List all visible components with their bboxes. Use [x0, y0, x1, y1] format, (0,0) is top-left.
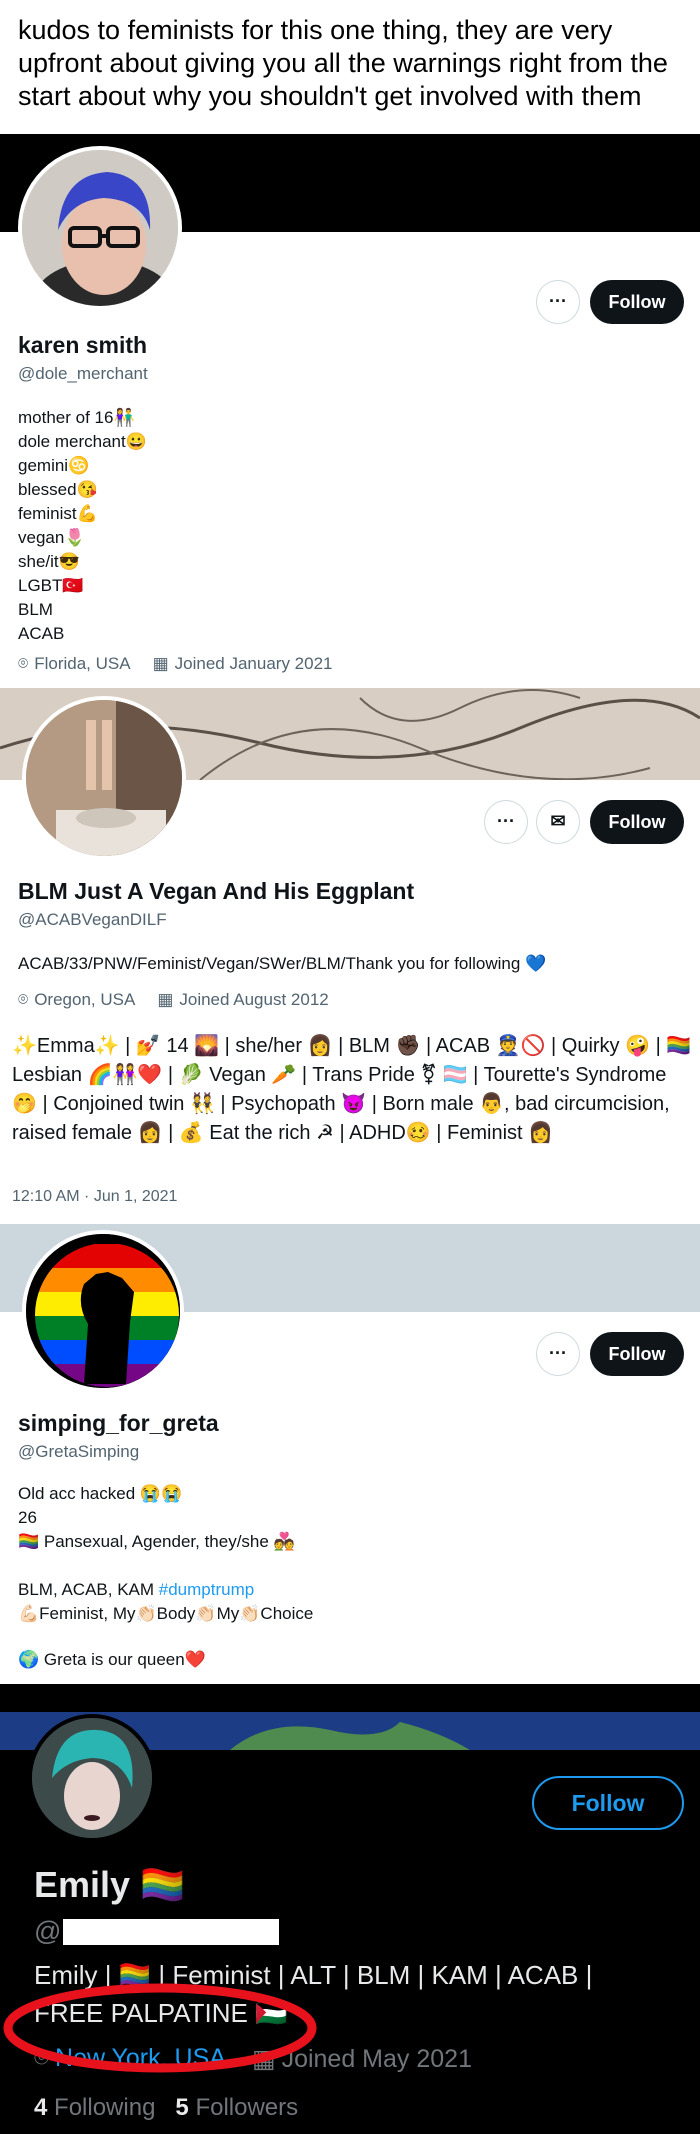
follow-button[interactable]: Follow — [590, 280, 684, 324]
profile-name: Emily 🏳️‍🌈 — [34, 1864, 185, 1905]
hashtag-link[interactable]: #dumptrump — [159, 1580, 254, 1599]
following-stat[interactable]: 4 Following — [34, 2094, 155, 2122]
profile-meta: ⌾ Florida, USA ▦ Joined January 2021 — [18, 654, 332, 674]
location: ⌾ New York, USA — [34, 2044, 226, 2074]
location-pin-icon: ⌾ — [18, 654, 29, 673]
redacted-handle — [63, 1918, 280, 1945]
join-date: ▦ Joined May 2021 — [252, 2044, 472, 2074]
profile-name: simping_for_greta — [18, 1410, 219, 1436]
bio-text: BLM, ACAB, KAM — [18, 1580, 159, 1599]
profile-handle: @ — [34, 1916, 280, 1947]
follow-button[interactable]: Follow — [590, 1332, 684, 1376]
join-date-text: Joined August 2012 — [179, 990, 329, 1009]
following-label: Following — [54, 2094, 156, 2121]
location-text: Oregon, USA — [34, 990, 136, 1009]
follow-button[interactable]: Follow — [532, 1776, 684, 1830]
location-text[interactable]: New York, USA — [55, 2044, 226, 2072]
message-button[interactable]: ✉ — [536, 800, 580, 844]
profile-bio: ACAB/33/PNW/Feminist/Vegan/SWer/BLM/Than… — [18, 954, 547, 973]
bio-line: BLM, ACAB, KAM #dumptrump — [18, 1578, 313, 1602]
profile-handle: @ACABVeganDILF — [18, 910, 167, 929]
join-date-text: Joined January 2021 — [174, 654, 333, 673]
calendar-icon: ▦ — [157, 990, 174, 1009]
followers-label: Followers — [195, 2094, 299, 2121]
join-date: ▦ Joined January 2021 — [153, 654, 333, 674]
join-date: ▦ Joined August 2012 — [157, 990, 328, 1010]
mail-icon: ✉ — [550, 811, 566, 831]
location-pin-icon: ⌾ — [18, 990, 29, 1009]
following-count: 4 — [34, 2094, 48, 2121]
bio-spacer — [18, 1554, 313, 1578]
profile-handle: @dole_merchant — [18, 364, 148, 383]
followers-stat[interactable]: 5 Followers — [175, 2094, 298, 2122]
location-pin-icon: ⌾ — [34, 2044, 50, 2072]
location: ⌾ Florida, USA — [18, 654, 131, 674]
profile-meta: ⌾ New York, USA ▦ Joined May 2021 — [34, 2044, 472, 2074]
profile-card-karen: ··· Follow karen smith @dole_merchant mo… — [0, 134, 700, 688]
follow-button[interactable]: Follow — [590, 800, 684, 844]
avatar[interactable] — [22, 696, 186, 860]
profile-card-eggplant: ··· ✉ Follow BLM Just A Vegan And His Eg… — [0, 688, 700, 1224]
profile-meta: ⌾ Oregon, USA ▦ Joined August 2012 — [18, 990, 329, 1010]
profile-bio: Old acc hacked 😭😭 26 🏳️‍🌈 Pansexual, Age… — [18, 1482, 313, 1672]
bio-line: 26 — [18, 1508, 37, 1527]
join-date-text: Joined May 2021 — [281, 2045, 472, 2073]
follow-stats: 4 Following 5 Followers — [34, 2094, 298, 2122]
bio-spacer — [18, 1626, 313, 1648]
profile-bio: mother of 16👫 dole merchant😀 gemini♋ ble… — [18, 408, 147, 643]
calendar-icon: ▦ — [251, 2045, 276, 2073]
profile-bio: Emily | 🏳️‍🌈 | Feminist | ALT | BLM | KA… — [34, 1960, 593, 2028]
followers-count: 5 — [175, 2094, 189, 2121]
more-options-button[interactable]: ··· — [536, 1332, 580, 1376]
avatar[interactable] — [22, 1230, 184, 1392]
handle-prefix: @ — [34, 1916, 62, 1946]
profile-name: karen smith — [18, 332, 148, 358]
profile-handle: @GretaSimping — [18, 1442, 140, 1461]
location-text: Florida, USA — [34, 654, 131, 673]
avatar[interactable] — [18, 146, 182, 310]
bio-line: 🏳️‍🌈 Pansexual, Agender, they/she 💑 — [18, 1532, 295, 1551]
more-options-button[interactable]: ··· — [536, 280, 580, 324]
bio-line: 💪🏻Feminist, My👏🏻Body👏🏻My👏🏻Choice — [18, 1604, 314, 1623]
profile-card-greta: ··· Follow simping_for_greta @GretaSimpi… — [0, 1224, 700, 1684]
location: ⌾ Oregon, USA — [18, 990, 135, 1010]
avatar[interactable] — [28, 1714, 156, 1842]
profile-card-emily: Follow Emily 🏳️‍🌈 @ Emily | 🏳️‍🌈 | Femin… — [0, 1684, 700, 2134]
tweet-text: ✨Emma✨ | 💅 14 🌄 | she/her 👩 | BLM ✊🏿 | A… — [12, 1035, 692, 1144]
tweet-timestamp[interactable]: 12:10 AM · Jun 1, 2021 — [12, 1188, 177, 1206]
more-options-button[interactable]: ··· — [484, 800, 528, 844]
bio-line: 🌍 Greta is our queen❤️ — [18, 1650, 206, 1669]
calendar-icon: ▦ — [152, 654, 169, 673]
post-caption: kudos to feminists for this one thing, t… — [18, 15, 668, 111]
profile-name: BLM Just A Vegan And His Eggplant — [18, 878, 415, 904]
bio-line: Old acc hacked 😭😭 — [18, 1484, 183, 1503]
